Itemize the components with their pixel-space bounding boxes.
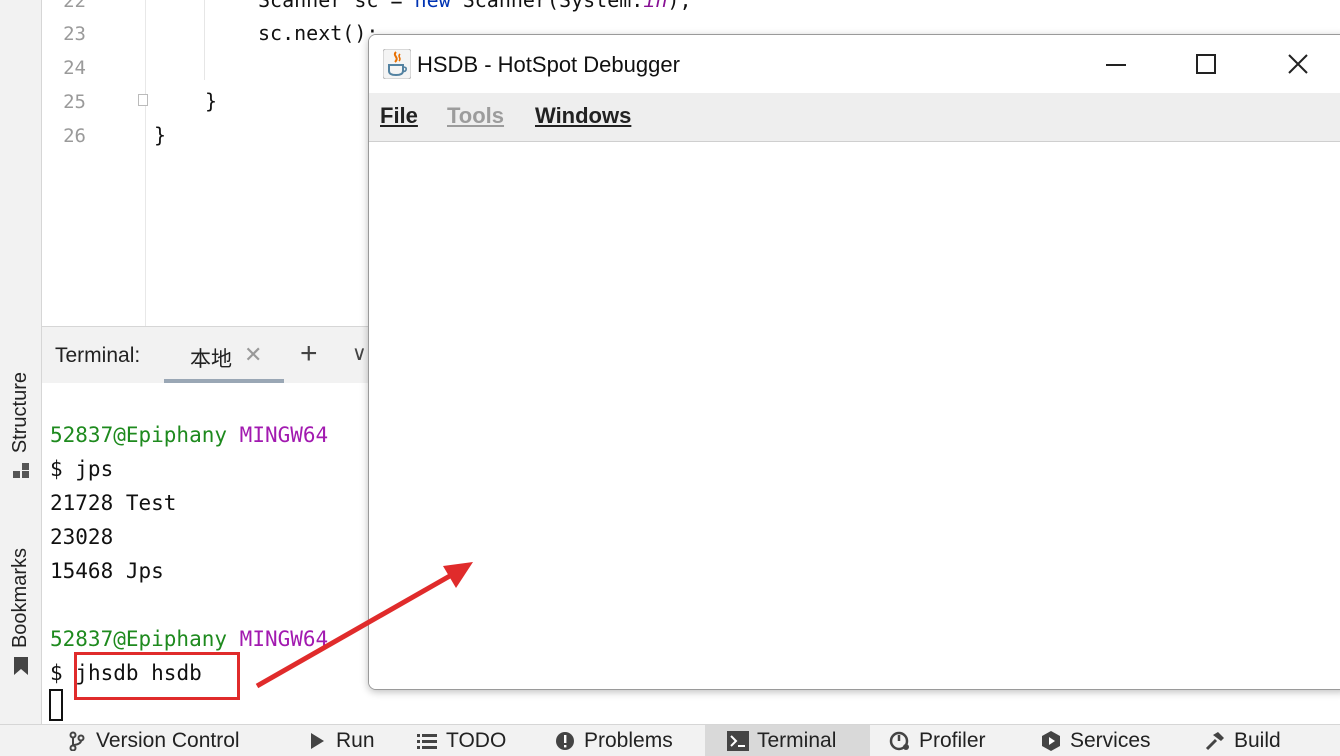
menu-tools[interactable]: Tools [447,103,504,129]
terminal-prompt-line: 52837@Epiphany MINGW64 [50,627,328,651]
bookmarks-tab[interactable]: Bookmarks [0,548,41,676]
tab-todo[interactable]: TODO [416,725,506,756]
window-title: HSDB - HotSpot Debugger [417,52,680,77]
hsdb-content-area[interactable] [369,142,1340,689]
code-token: Scanner sc = [258,0,415,12]
code-token: Scanner(System. [450,0,644,12]
hsdb-menu-bar: File Tools Windows [369,93,1340,142]
menu-file-label: File [380,103,418,128]
bookmarks-label: Bookmarks [9,548,31,649]
terminal-tab-label: 本地 [190,348,232,371]
line-number: 25 [63,91,86,113]
menu-windows-label: Windows [535,103,632,128]
menu-windows[interactable]: Windows [535,103,631,129]
tab-label: Build [1234,728,1281,752]
chevron-down-icon[interactable]: ∨ [352,341,367,366]
code-token: ); [667,0,692,12]
maximize-button[interactable] [1183,45,1229,83]
terminal-command-line: $ jps [50,457,114,481]
warning-circle-icon [554,730,576,752]
structure-icon [11,461,31,481]
tab-label: Profiler [919,728,986,752]
tab-services[interactable]: Services [1040,725,1151,756]
structure-tab[interactable]: Structure [0,372,41,481]
menu-file[interactable]: File [380,103,418,129]
branch-icon [66,730,88,752]
tab-label: Terminal [757,728,837,752]
tab-terminal[interactable]: Terminal [705,725,870,756]
line-number: 23 [63,23,86,45]
add-terminal-icon[interactable]: + [300,337,318,371]
java-icon [382,48,412,80]
tab-problems[interactable]: Problems [554,725,673,756]
code-keyword: new [414,0,451,12]
tab-label: Problems [584,728,673,752]
command-highlight-box [74,652,240,700]
code-line-22: Scanner sc = new Scanner(System.in); [258,0,692,12]
terminal-output-line: 15468 Jps [50,559,164,583]
line-number: 24 [63,57,86,79]
code-line-26: } [154,123,167,147]
tab-label: Services [1070,728,1151,752]
editor-gutter: 22 23 24 25 26 [42,0,148,326]
prompt-symbol: $ [50,661,76,685]
profiler-icon [889,730,911,752]
tab-label: TODO [446,728,507,752]
bottom-tool-bar: Version Control Run TODO Problems Termin… [0,724,1340,756]
tab-label: Run [336,728,375,752]
code-line-23: sc.next(); [258,21,379,45]
code-line-25: } [205,89,218,113]
prompt-host: MINGW64 [239,423,329,447]
play-icon [306,730,328,752]
line-number: 26 [63,125,86,147]
code-field: in [643,0,668,12]
terminal-tab-local[interactable]: 本地 ✕ [164,327,284,383]
indent-guide [204,0,205,80]
tab-version-control[interactable]: Version Control [66,725,240,756]
hammer-icon [1204,730,1226,752]
structure-label: Structure [9,372,31,454]
minimize-button[interactable] [1093,45,1139,83]
left-tool-strip: Structure Bookmarks [0,0,42,724]
prompt-user: 52837@Epiphany [50,627,228,651]
tab-label: Version Control [96,728,240,752]
hsdb-window[interactable]: HSDB - HotSpot Debugger File Tools Windo… [368,34,1340,690]
terminal-prompt-line: 52837@Epiphany MINGW64 [50,423,328,447]
services-icon [1040,730,1062,752]
prompt-host: MINGW64 [239,627,329,651]
close-window-button[interactable] [1275,45,1321,83]
tab-profiler[interactable]: Profiler [889,725,986,756]
terminal-icon [727,730,749,752]
tab-build[interactable]: Build [1204,725,1281,756]
menu-tools-label: Tools [447,103,505,128]
terminal-title: Terminal: [55,344,141,367]
hsdb-title-bar[interactable]: HSDB - HotSpot Debugger [369,35,1340,93]
terminal-cursor [49,689,63,721]
tab-run[interactable]: Run [306,725,375,756]
fold-marker-icon[interactable] [138,94,148,106]
list-icon [416,730,438,752]
prompt-user: 52837@Epiphany [50,423,228,447]
terminal-output-line: 23028 [50,525,114,549]
bookmark-icon [11,656,31,676]
terminal-output-line: 21728 Test [50,491,177,515]
line-number: 22 [63,0,86,12]
close-icon[interactable]: ✕ [244,342,262,368]
